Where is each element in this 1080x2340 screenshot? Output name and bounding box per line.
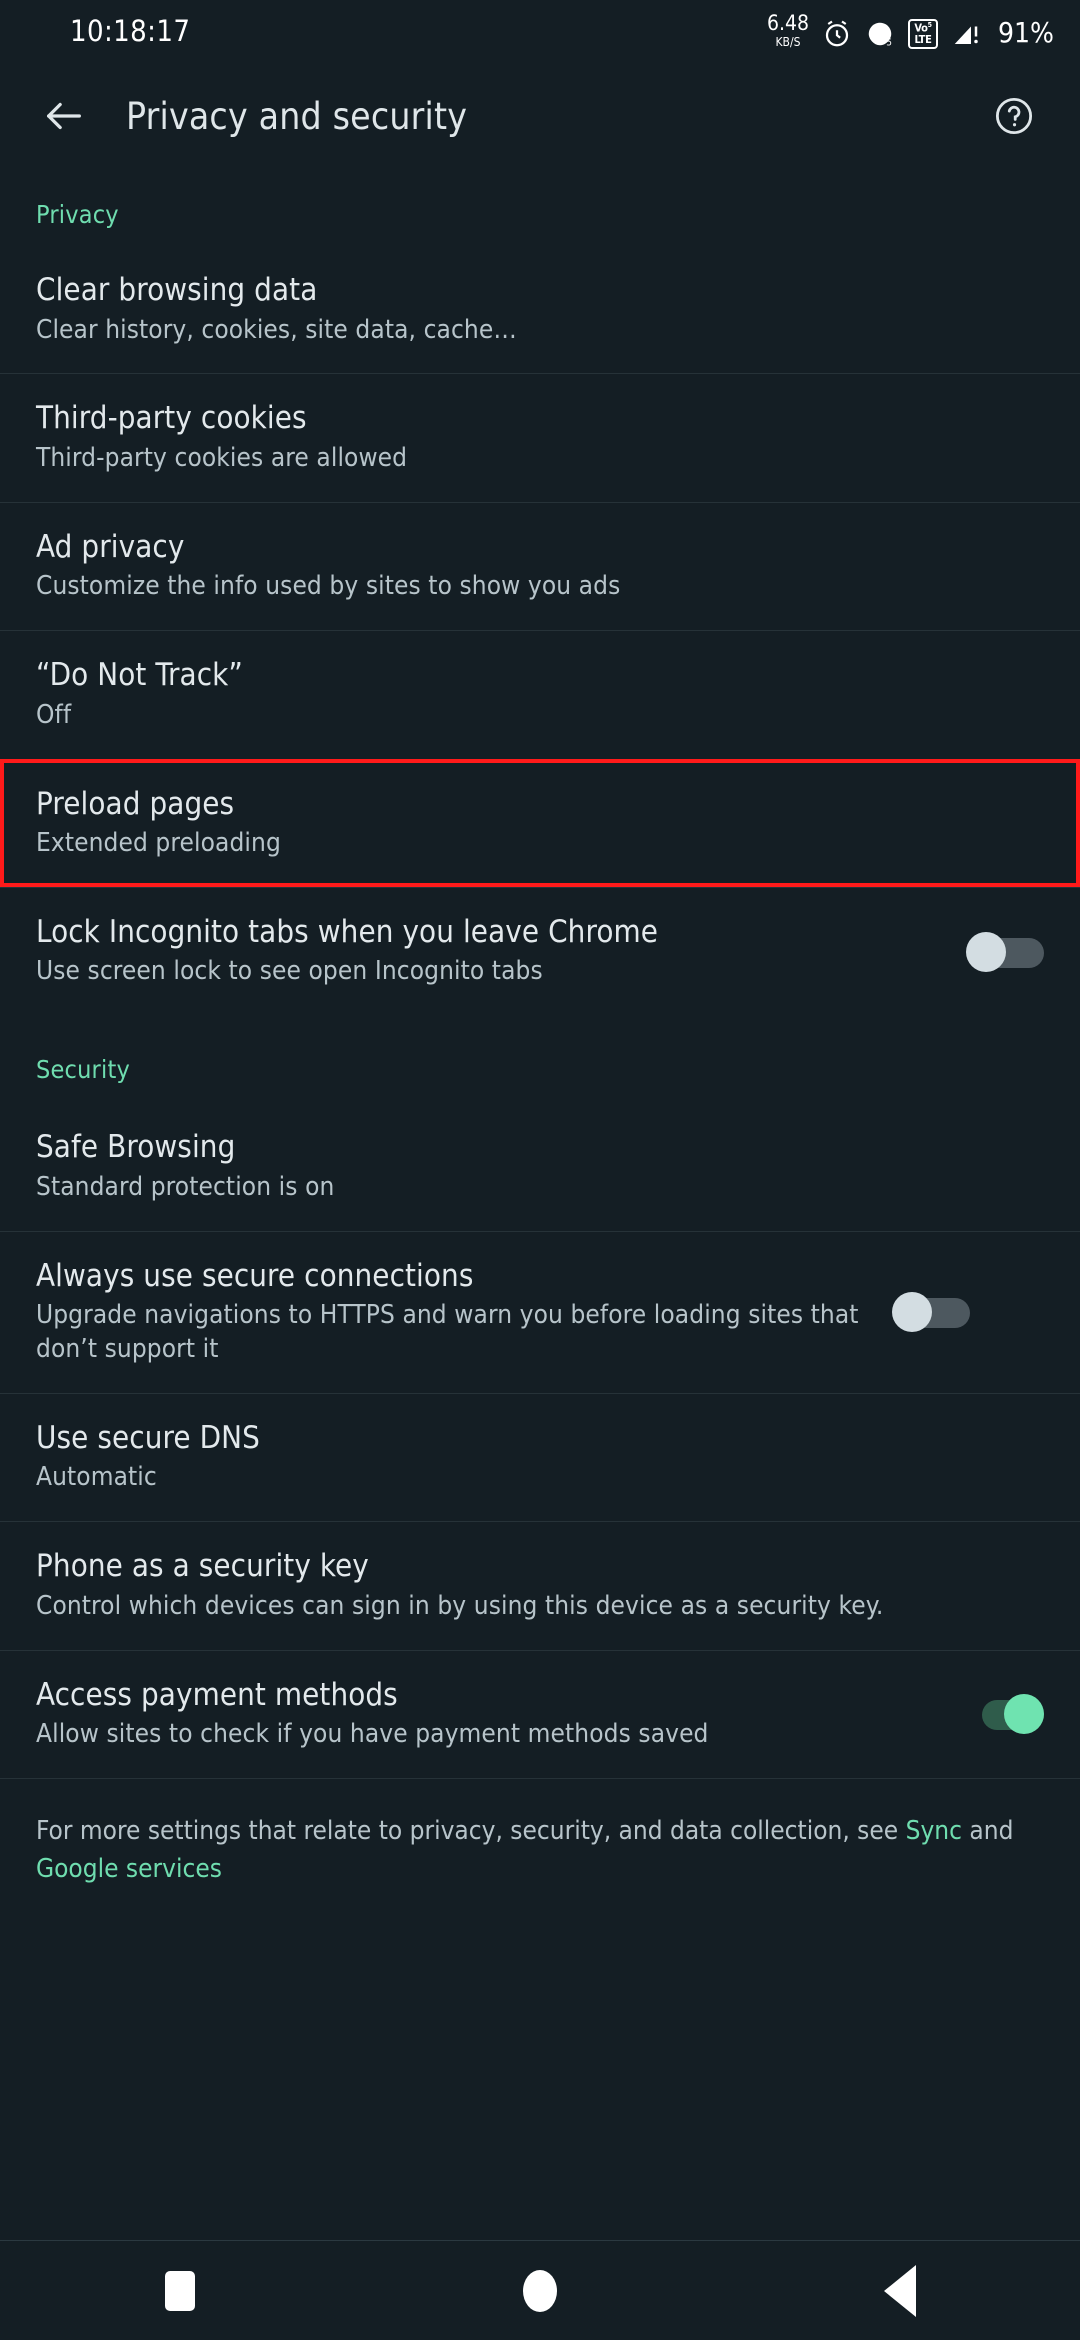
row-summary: Allow sites to check if you have payment… xyxy=(36,1719,709,1750)
status-bar: 10:18:17 6.48 KB/S 5 Vo5 LTE 91% xyxy=(0,0,1080,62)
toggle-lock-incognito-tabs[interactable] xyxy=(966,929,1044,975)
row-title: Always use secure connections xyxy=(36,1257,474,1294)
network-speed-value: 6.48 xyxy=(766,10,809,35)
footer-text: For more settings that relate to privacy… xyxy=(36,1813,1044,1888)
section-header-security: Security xyxy=(36,1055,130,1085)
settings-list: Privacy Clear browsing data Clear histor… xyxy=(0,170,1080,2034)
toggle-knob xyxy=(966,931,1006,972)
app-toolbar: Privacy and security xyxy=(0,62,1080,170)
setting-row-safe-browsing[interactable]: Safe Browsing Standard protection is on xyxy=(0,1103,1080,1230)
network-speed-indicator: 6.48 KB/S xyxy=(766,10,809,49)
android-navigation-bar xyxy=(0,2240,1080,2340)
row-title: Access payment methods xyxy=(36,1676,398,1713)
setting-row-use-secure-dns[interactable]: Use secure DNS Automatic xyxy=(0,1392,1080,1521)
setting-row-phone-as-security-key[interactable]: Phone as a security key Control which de… xyxy=(0,1521,1080,1649)
row-summary: Use screen lock to see open Incognito ta… xyxy=(36,956,543,987)
row-title: Third-party cookies xyxy=(36,400,307,437)
setting-row-do-not-track[interactable]: “Do Not Track” Off xyxy=(0,630,1080,758)
row-summary: Control which devices can sign in by usi… xyxy=(36,1590,884,1621)
row-title: “Do Not Track” xyxy=(36,657,243,694)
volte-bottom-label: LTE xyxy=(914,32,932,46)
circle-home-icon[interactable] xyxy=(480,2241,600,2340)
row-summary: Clear history, cookies, site data, cache… xyxy=(36,314,517,345)
link-google-services[interactable]: Google services xyxy=(36,1854,222,1884)
row-summary: Upgrade navigations to HTTPS and warn yo… xyxy=(36,1300,859,1364)
setting-row-always-use-secure-connections[interactable]: Always use secure connections Upgrade na… xyxy=(0,1230,1080,1393)
status-bar-clock: 10:18:17 xyxy=(70,14,191,48)
row-title: Ad privacy xyxy=(36,528,185,565)
setting-row-access-payment-methods[interactable]: Access payment methods Allow sites to ch… xyxy=(0,1649,1080,1778)
toggle-knob xyxy=(1004,1694,1044,1735)
toggle-always-use-secure-connections[interactable] xyxy=(892,1289,970,1335)
row-title: Safe Browsing xyxy=(36,1129,236,1166)
row-summary: Automatic xyxy=(36,1462,157,1493)
footer-lead-text: For more settings that relate to privacy… xyxy=(36,1815,906,1846)
toggle-knob xyxy=(892,1292,932,1333)
status-bar-icons: 6.48 KB/S 5 Vo5 LTE 91% xyxy=(766,10,1054,49)
setting-row-third-party-cookies[interactable]: Third-party cookies Third-party cookies … xyxy=(0,373,1080,501)
row-summary: Customize the info used by sites to show… xyxy=(36,571,621,602)
svg-text:5: 5 xyxy=(886,37,892,48)
row-title: Preload pages xyxy=(36,785,235,822)
volte-sup-label: 5 xyxy=(927,21,932,30)
row-title: Use secure DNS xyxy=(36,1419,260,1456)
triangle-back-icon[interactable] xyxy=(840,2241,960,2340)
toggle-access-payment-methods[interactable] xyxy=(966,1691,1044,1737)
setting-row-ad-privacy[interactable]: Ad privacy Customize the info used by si… xyxy=(0,501,1080,630)
network-speed-unit: KB/S xyxy=(775,34,801,49)
wifi-icon: 5 xyxy=(865,19,895,49)
setting-row-preload-pages[interactable]: Preload pages Extended preloading xyxy=(0,758,1080,887)
setting-row-clear-browsing-data[interactable]: Clear browsing data Clear history, cooki… xyxy=(0,246,1080,373)
chrome-privacy-security-screen: 10:18:17 6.48 KB/S 5 Vo5 LTE 91% Privacy… xyxy=(0,0,1080,2340)
row-summary: Third-party cookies are allowed xyxy=(36,442,408,473)
row-summary: Extended preloading xyxy=(36,828,281,859)
setting-row-lock-incognito-tabs[interactable]: Lock Incognito tabs when you leave Chrom… xyxy=(0,886,1080,1015)
link-sync[interactable]: Sync xyxy=(906,1816,962,1846)
volte-icon: Vo5 LTE xyxy=(908,18,938,49)
row-title: Clear browsing data xyxy=(36,272,318,308)
row-summary: Standard protection is on xyxy=(36,1171,335,1202)
page-title: Privacy and security xyxy=(126,94,468,138)
battery-percent-label: 91% xyxy=(998,15,1054,49)
alarm-clock-icon xyxy=(822,19,852,49)
row-title: Phone as a security key xyxy=(36,1548,369,1585)
row-title: Lock Incognito tabs when you leave Chrom… xyxy=(36,913,659,950)
section-header-privacy: Privacy xyxy=(36,200,119,229)
help-circle-icon[interactable] xyxy=(978,80,1050,152)
row-summary: Off xyxy=(36,699,72,730)
footer-note: For more settings that relate to privacy… xyxy=(0,1777,1080,1924)
back-arrow-icon[interactable] xyxy=(28,80,100,152)
signal-warning-icon xyxy=(951,19,981,49)
bottom-spacer xyxy=(0,1924,1080,2034)
square-recents-icon[interactable] xyxy=(120,2241,240,2340)
footer-conjunction: and xyxy=(961,1815,1014,1846)
